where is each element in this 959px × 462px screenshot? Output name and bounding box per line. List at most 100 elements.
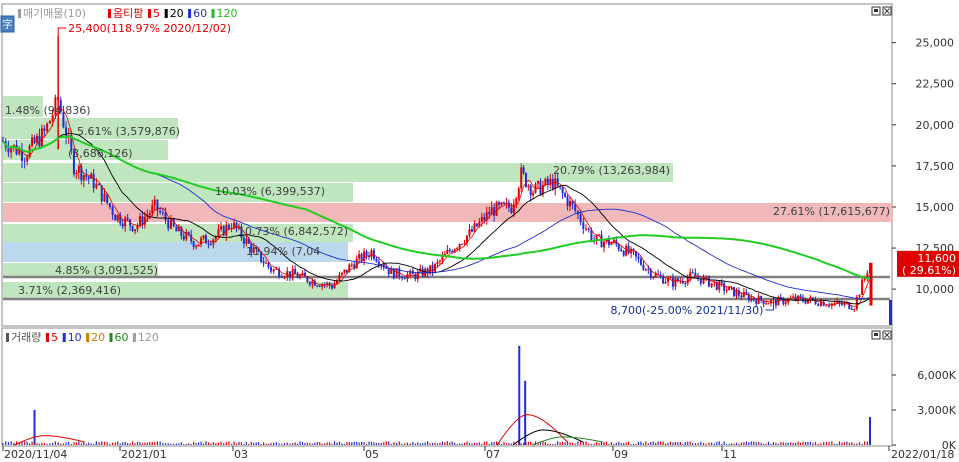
volume-bar <box>640 441 642 445</box>
candle-body <box>625 245 628 256</box>
volume-bar <box>286 442 288 445</box>
price-panel-maximize-button[interactable] <box>871 6 881 16</box>
candle-body <box>331 285 334 289</box>
volume-bar <box>314 442 316 445</box>
candle-body <box>710 283 713 287</box>
price-panel-close-button[interactable] <box>882 6 892 16</box>
volume-bar <box>650 441 652 445</box>
price-legend-swatch <box>188 9 192 18</box>
candle-body <box>164 212 167 221</box>
volume-bar <box>689 441 691 445</box>
volume-bar <box>687 441 689 445</box>
volume-bar <box>812 442 814 445</box>
volume-bar <box>554 443 556 445</box>
volume-panel-maximize-button[interactable] <box>871 330 881 340</box>
candle-body <box>728 286 731 291</box>
volume-bar <box>750 441 752 445</box>
volume-bar <box>542 441 544 445</box>
volume-bar <box>864 441 866 445</box>
candle-body <box>602 241 605 248</box>
volume-bar <box>846 441 848 445</box>
volume-profile-label: 4.85% (3,091,525) <box>55 264 158 277</box>
volume-bar <box>468 443 471 445</box>
volume-bar <box>657 441 659 445</box>
volume-bar <box>429 443 431 445</box>
volume-bar <box>57 442 59 445</box>
chart-settings-icon[interactable]: 字 <box>0 15 15 33</box>
candle-body <box>669 277 672 279</box>
volume-bar <box>735 442 738 445</box>
x-tick-label: 2021/01 <box>121 448 167 459</box>
volume-bar <box>190 444 192 445</box>
volume-panel-close-button[interactable] <box>882 330 892 340</box>
candle-body <box>283 276 286 278</box>
x-tick-label: 09 <box>614 448 628 459</box>
candle-body <box>622 251 625 256</box>
volume-profile-label: 10.03% (6,399,537) <box>215 185 325 198</box>
candle-body <box>92 173 95 188</box>
volume-profile-label: (3,686,126) <box>68 147 133 160</box>
volume-bar <box>373 442 375 445</box>
y-tick-label: 20,000 <box>916 119 955 132</box>
candle-body <box>365 251 368 256</box>
volume-bar <box>167 443 169 445</box>
candle-body <box>458 243 461 249</box>
candle-body <box>691 272 694 274</box>
volume-bar <box>848 442 850 445</box>
volume-bar <box>343 443 345 445</box>
price-legend-label[interactable]: 60 <box>193 7 207 20</box>
price-legend-label[interactable]: 20 <box>170 7 184 20</box>
candle-body <box>720 281 723 284</box>
volume-bar <box>552 444 554 445</box>
volume-bar <box>98 442 100 445</box>
candle-body <box>23 160 26 162</box>
price-legend-label[interactable]: 매기매물(10) <box>23 7 86 20</box>
candle-body <box>779 297 782 299</box>
volume-legend-label[interactable]: 60 <box>115 331 129 344</box>
volume-bar <box>419 443 421 445</box>
candle-body <box>316 285 319 287</box>
price-legend-label[interactable]: 옴티팜 <box>113 7 143 20</box>
price-legend-label[interactable]: 120 <box>217 7 238 20</box>
candle-body <box>272 269 275 272</box>
low-label: 8,700(-25.00% 2021/11/30) <box>611 304 764 317</box>
volume-bar <box>235 443 238 445</box>
candle-body <box>161 212 164 214</box>
price-legend-swatch <box>18 9 21 18</box>
volume-bar <box>662 441 664 445</box>
candle-body <box>85 175 88 177</box>
volume-bar <box>250 441 252 445</box>
volume-bar <box>608 443 610 445</box>
volume-profile-label: 3.71% (2,369,416) <box>18 284 121 297</box>
volume-bar <box>799 442 802 445</box>
volume-bar <box>755 442 757 445</box>
candle-body <box>177 226 180 232</box>
price-legend-label[interactable]: 5 <box>153 7 160 20</box>
volume-bar <box>238 441 240 445</box>
volume-bar <box>299 441 301 445</box>
volume-bar <box>449 442 451 445</box>
volume-legend-label[interactable]: 5 <box>51 331 58 344</box>
candle-body <box>141 216 144 225</box>
volume-bar <box>451 441 453 445</box>
volume-bar <box>505 443 508 445</box>
volume-legend-label[interactable]: 120 <box>138 331 159 344</box>
volume-legend-label[interactable]: 10 <box>68 331 82 344</box>
volume-bar <box>262 442 265 445</box>
volume-bar <box>702 442 705 445</box>
candle-body <box>671 277 674 287</box>
volume-bar <box>851 442 853 445</box>
candle-body <box>448 249 451 252</box>
candle-body <box>197 244 200 247</box>
volume-bar <box>814 441 817 445</box>
volume-bar <box>283 443 286 445</box>
volume-legend-label[interactable]: 20 <box>91 331 105 344</box>
candle-body <box>502 202 505 204</box>
volume-legend-label[interactable]: 거래량 <box>11 331 41 344</box>
volume-legend-swatch <box>86 333 90 342</box>
volume-bar <box>26 441 28 445</box>
volume-bar <box>577 441 579 445</box>
candle-body <box>674 278 677 287</box>
volume-bar <box>705 443 707 445</box>
volume-bar <box>427 441 429 445</box>
